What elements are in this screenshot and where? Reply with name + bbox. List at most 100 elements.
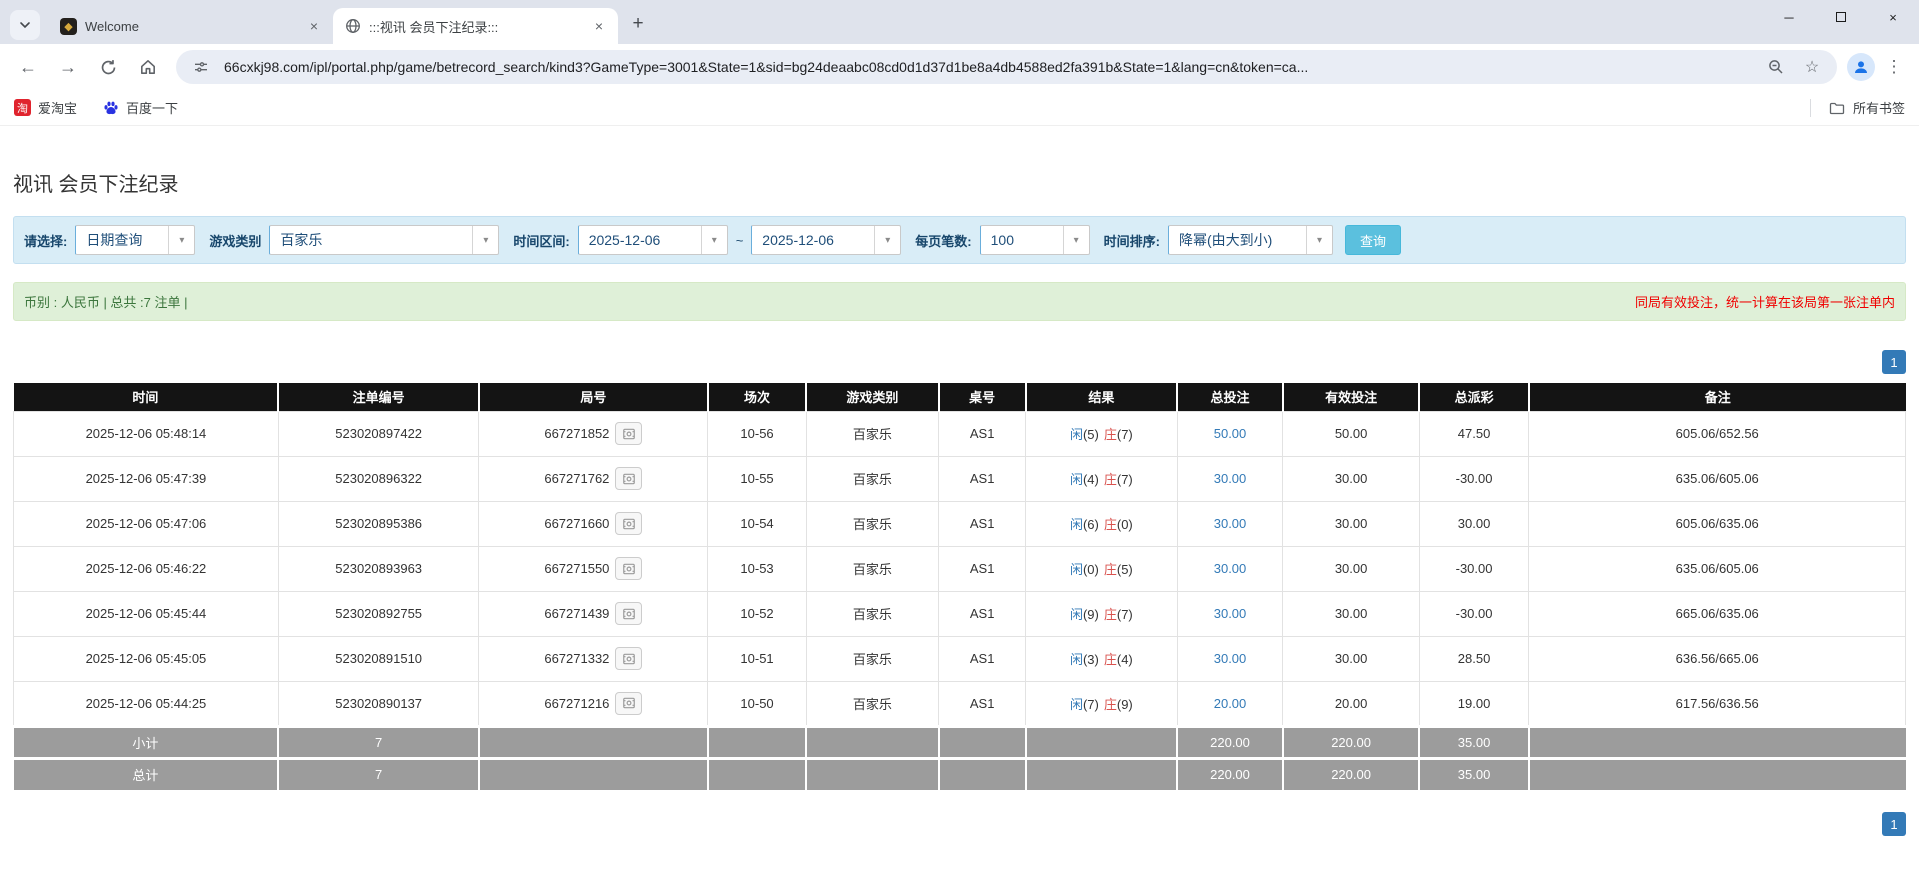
result-player: 闲 xyxy=(1069,652,1083,667)
footer-label: 小计 xyxy=(13,724,280,758)
url-text[interactable]: 66cxkj98.com/ipl/portal.php/game/betreco… xyxy=(224,59,1753,75)
filter-bar: 请选择: 日期查询 ▾ 游戏类别 百家乐 ▾ 时间区间: 2025-12-06 … xyxy=(13,216,1906,264)
game-type-select[interactable]: 百家乐 ▾ xyxy=(269,225,500,255)
tab-betrecord[interactable]: :::视讯 会员下注纪录::: × xyxy=(333,8,618,44)
cell-note: 635.06/605.06 xyxy=(1528,545,1906,592)
cell-bet-id: 523020895386 xyxy=(277,500,480,547)
chrome-menu-icon[interactable]: ⋮ xyxy=(1879,57,1909,77)
bet-record-row: 2025-12-06 05:45:44 523020892755 667271439… xyxy=(13,590,1906,637)
bookmark-star-icon[interactable]: ☆ xyxy=(1799,54,1825,80)
cell-result: 闲(6) 庄(0) xyxy=(1025,500,1178,547)
bookmarks-separator xyxy=(1809,98,1811,117)
cell-total-bet: 20.00 xyxy=(1176,680,1284,727)
date-range-label: 时间区间: xyxy=(513,233,570,249)
cell-round-id: 667271852 xyxy=(478,410,709,457)
column-header: 场次 xyxy=(707,383,808,411)
total-bet-link[interactable]: 50.00 xyxy=(1214,426,1247,441)
footer-total-bet: 220.00 xyxy=(1177,724,1284,758)
total-bet-link[interactable]: 30.00 xyxy=(1214,606,1247,621)
sort-select[interactable]: 降幂(由大到小) ▾ xyxy=(1167,225,1333,255)
query-type-select[interactable]: 日期查询 ▾ xyxy=(75,225,196,255)
page-title: 视讯 会员下注纪录 xyxy=(13,174,179,196)
maximize-icon[interactable] xyxy=(1815,0,1867,34)
cell-round-id: 667271550 xyxy=(478,545,709,592)
result-player: 闲 xyxy=(1069,517,1083,532)
round-video-icon[interactable] xyxy=(615,602,643,625)
cell-table-number: AS1 xyxy=(938,545,1027,592)
column-header: 总派彩 xyxy=(1419,383,1530,411)
cell-total-bet: 50.00 xyxy=(1176,410,1284,457)
cell-time: 2025-12-06 05:44:25 xyxy=(13,680,279,727)
sort-label: 时间排序: xyxy=(1103,233,1160,249)
round-video-icon[interactable] xyxy=(615,647,643,670)
tab-welcome[interactable]: ◆ Welcome × xyxy=(48,8,333,44)
round-video-icon[interactable] xyxy=(615,512,643,535)
cell-payout: -30.00 xyxy=(1418,545,1530,592)
cell-session: 10-51 xyxy=(707,635,807,682)
tab-close-icon[interactable]: × xyxy=(305,17,323,35)
back-icon[interactable]: ← xyxy=(10,49,46,85)
column-header: 备注 xyxy=(1528,383,1906,411)
page-size-select[interactable]: 100 ▾ xyxy=(979,225,1090,255)
close-window-icon[interactable]: × xyxy=(1867,0,1919,34)
profile-avatar[interactable] xyxy=(1847,53,1875,81)
minimize-icon[interactable]: ─ xyxy=(1763,0,1815,34)
cell-note: 665.06/635.06 xyxy=(1528,590,1906,637)
chevron-down-icon: ▾ xyxy=(1305,226,1332,254)
bookmark-label: 爱淘宝 xyxy=(38,101,78,116)
cell-game-type: 百家乐 xyxy=(805,635,940,682)
bookmark-taobao[interactable]: 淘 爱淘宝 xyxy=(14,98,77,117)
date-from-select[interactable]: 2025-12-06 ▾ xyxy=(577,225,728,255)
round-video-icon[interactable] xyxy=(615,557,643,580)
bet-records-table: 时间 注单编号 局号 场次 游戏类别 桌号 结果 总投注 有效投注 总派彩 备注 2025-12-0… xyxy=(13,383,1906,790)
round-video-icon[interactable] xyxy=(615,691,643,715)
cell-time: 2025-12-06 05:47:06 xyxy=(13,500,279,547)
footer-count: 7 xyxy=(278,724,480,758)
new-tab-icon[interactable]: + xyxy=(624,10,652,38)
query-button[interactable]: 查询 xyxy=(1344,225,1401,255)
tab-search-chevron-icon[interactable] xyxy=(10,10,40,40)
pagination-page-1-bottom[interactable]: 1 xyxy=(1882,812,1906,836)
reload-icon[interactable] xyxy=(90,49,126,85)
round-number: 667271852 xyxy=(544,426,610,441)
chevron-down-icon: ▾ xyxy=(472,226,498,254)
tab-strip: ◆ Welcome × :::视讯 会员下注纪录::: × + ─ × xyxy=(0,0,1919,44)
result-player: 闲 xyxy=(1069,607,1083,622)
all-bookmarks-label: 所有书签 xyxy=(1852,101,1905,116)
zoom-magnifier-icon[interactable] xyxy=(1763,54,1789,80)
cell-total-bet: 30.00 xyxy=(1176,455,1284,502)
total-bet-link[interactable]: 30.00 xyxy=(1214,651,1247,666)
result-score: (7) xyxy=(1116,607,1133,622)
total-bet-link[interactable]: 30.00 xyxy=(1214,516,1247,531)
cell-note: 617.56/636.56 xyxy=(1528,680,1906,727)
cell-valid-bet: 30.00 xyxy=(1282,500,1420,547)
footer-empty-cell xyxy=(1528,756,1906,790)
total-bet-link[interactable]: 30.00 xyxy=(1214,561,1247,576)
date-to-select[interactable]: 2025-12-06 ▾ xyxy=(751,225,902,255)
forward-icon[interactable]: → xyxy=(50,49,86,85)
address-bar[interactable]: 66cxkj98.com/ipl/portal.php/game/betreco… xyxy=(176,50,1837,84)
cell-valid-bet: 50.00 xyxy=(1282,410,1420,457)
round-video-icon[interactable] xyxy=(615,422,643,445)
footer-empty-cell xyxy=(707,724,808,758)
total-bet-link[interactable]: 30.00 xyxy=(1214,471,1247,486)
all-bookmarks[interactable]: 所有书签 xyxy=(1809,98,1905,117)
bet-record-row: 2025-12-06 05:45:05 523020891510 667271332… xyxy=(13,635,1906,682)
welcome-favicon: ◆ xyxy=(60,17,77,35)
tab-title: :::视讯 会员下注纪录::: xyxy=(369,19,499,35)
window-controls: ─ × xyxy=(1763,0,1919,34)
cell-payout: 30.00 xyxy=(1418,500,1530,547)
bookmark-baidu[interactable]: 百度一下 xyxy=(103,98,178,117)
total-bet-link[interactable]: 20.00 xyxy=(1214,696,1247,711)
pagination-page-1-top[interactable]: 1 xyxy=(1882,350,1906,374)
result-banker: 庄 xyxy=(1103,652,1117,667)
tab-close-icon[interactable]: × xyxy=(590,17,608,35)
page-size-label: 每页笔数: xyxy=(915,233,972,249)
cell-table-number: AS1 xyxy=(938,635,1027,682)
column-header: 局号 xyxy=(478,383,709,411)
home-icon[interactable] xyxy=(130,49,166,85)
site-controls-icon[interactable] xyxy=(188,54,214,80)
grand-total-row: 总计 7 220.00 220.00 35.00 xyxy=(13,756,1906,790)
round-video-icon[interactable] xyxy=(615,467,643,490)
cell-valid-bet: 30.00 xyxy=(1282,455,1420,502)
